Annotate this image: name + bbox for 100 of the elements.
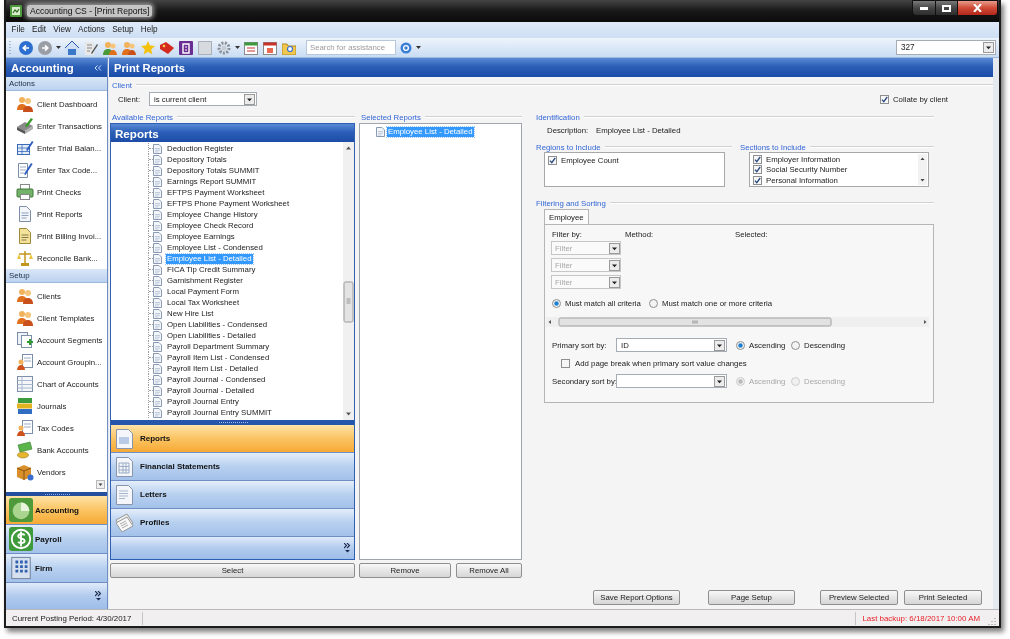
document-icon xyxy=(153,275,162,286)
calendar-icon[interactable] xyxy=(263,40,277,55)
radio-button[interactable] xyxy=(791,340,800,350)
person-document-icon xyxy=(16,353,34,371)
document-icon xyxy=(153,176,162,187)
caret-icon[interactable] xyxy=(416,46,421,49)
splitter-grip[interactable] xyxy=(6,492,107,496)
radio-button[interactable] xyxy=(552,298,561,308)
splitter-grip[interactable] xyxy=(111,420,354,425)
category-button[interactable]: Profiles xyxy=(111,509,354,537)
table-pencil-icon xyxy=(16,139,34,157)
module-button[interactable]: Payroll xyxy=(6,525,107,554)
menu-item[interactable]: Help xyxy=(137,23,162,37)
star-icon[interactable] xyxy=(141,40,155,55)
document-icon xyxy=(153,308,162,319)
module-button[interactable]: Accounting xyxy=(6,496,107,525)
people-icon xyxy=(16,95,34,113)
document-icon xyxy=(153,363,162,374)
tag-icon[interactable] xyxy=(160,40,174,55)
horizontal-scrollbar[interactable] xyxy=(546,317,929,327)
document-icon xyxy=(153,374,162,385)
resize-grip-icon[interactable] xyxy=(988,617,996,625)
document-icon xyxy=(153,220,162,231)
window-title: Accounting CS - [Print Reports] xyxy=(27,5,153,17)
vertical-scrollbar[interactable] xyxy=(343,142,354,420)
minimize-icon xyxy=(920,6,928,10)
radio-button[interactable] xyxy=(649,298,658,308)
sidebar-title: Accounting xyxy=(11,61,74,74)
caret-icon[interactable] xyxy=(235,46,240,49)
checkbox[interactable] xyxy=(561,359,570,368)
table-icon xyxy=(16,375,34,393)
document-icon xyxy=(376,126,385,137)
menu-item[interactable]: View xyxy=(49,23,75,37)
document-tile-icon[interactable] xyxy=(179,40,193,55)
checkbox[interactable] xyxy=(548,155,557,165)
document-icon xyxy=(115,427,134,450)
checkbox[interactable] xyxy=(753,165,762,175)
close-button[interactable] xyxy=(958,0,998,16)
people-icon[interactable] xyxy=(122,40,136,55)
document-icon xyxy=(16,227,34,245)
help-icon[interactable] xyxy=(400,41,412,54)
menu-item[interactable]: File xyxy=(8,23,29,37)
books-icon xyxy=(16,397,34,415)
document-pencil-icon xyxy=(16,161,34,179)
document-icon xyxy=(115,483,134,506)
back-arrow-icon[interactable] xyxy=(19,40,33,55)
document-icon xyxy=(153,198,162,209)
document-pencil-icon[interactable] xyxy=(84,40,98,55)
document-icon xyxy=(153,165,162,176)
radio-button[interactable] xyxy=(736,340,745,350)
document-icon xyxy=(153,407,162,418)
people-icon xyxy=(16,287,34,305)
app-icon xyxy=(10,5,22,17)
document-icon xyxy=(153,264,162,275)
papers-icon xyxy=(115,511,134,534)
caret-icon[interactable] xyxy=(56,46,61,49)
documents-plus-icon xyxy=(16,331,34,349)
maximize-icon xyxy=(942,4,951,12)
printer-icon xyxy=(16,183,34,201)
menu-item[interactable]: Edit xyxy=(28,23,50,37)
minimize-button[interactable] xyxy=(912,0,936,16)
spreadsheet-icon xyxy=(115,455,134,478)
menu-item[interactable]: Setup xyxy=(108,23,138,37)
document-icon xyxy=(153,154,162,165)
category-button[interactable]: Financial Statements xyxy=(111,453,354,481)
document-icon xyxy=(153,341,162,352)
pie-chart-icon xyxy=(9,498,33,522)
person-document-icon xyxy=(16,419,34,437)
document-icon xyxy=(153,209,162,220)
document-icon xyxy=(153,352,162,363)
building-icon xyxy=(9,556,33,580)
people-icon[interactable] xyxy=(103,40,117,55)
document-icon xyxy=(153,143,162,154)
menu-item[interactable]: Actions xyxy=(74,23,109,37)
document-icon xyxy=(153,396,162,407)
people-icon xyxy=(16,309,34,327)
checkbox[interactable] xyxy=(879,94,889,104)
collapse-icon[interactable] xyxy=(94,64,102,71)
document-icon xyxy=(153,330,162,341)
page-title: Print Reports xyxy=(114,61,185,74)
document-icon xyxy=(153,385,162,396)
close-icon xyxy=(973,4,982,12)
document-icon xyxy=(153,187,162,198)
document-icon xyxy=(153,286,162,297)
folder-search-icon[interactable] xyxy=(282,40,296,55)
scroll-down-icon[interactable] xyxy=(96,480,105,489)
checkbox[interactable] xyxy=(753,154,762,164)
vertical-scrollbar[interactable] xyxy=(918,154,927,185)
chevron-icon[interactable] xyxy=(95,591,102,601)
money-icon xyxy=(16,441,34,459)
client-number-dropdown[interactable]: 327 xyxy=(896,40,996,55)
maximize-button[interactable] xyxy=(936,0,958,16)
module-button[interactable]: Firm xyxy=(6,554,107,583)
house-icon[interactable] xyxy=(65,40,79,55)
category-button[interactable]: Reports xyxy=(111,425,354,453)
document-icon xyxy=(153,242,162,253)
category-button[interactable]: Letters xyxy=(111,481,354,509)
calendar-icon[interactable] xyxy=(244,40,258,55)
checkbox[interactable] xyxy=(753,175,762,185)
chevron-icon[interactable] xyxy=(344,543,351,553)
